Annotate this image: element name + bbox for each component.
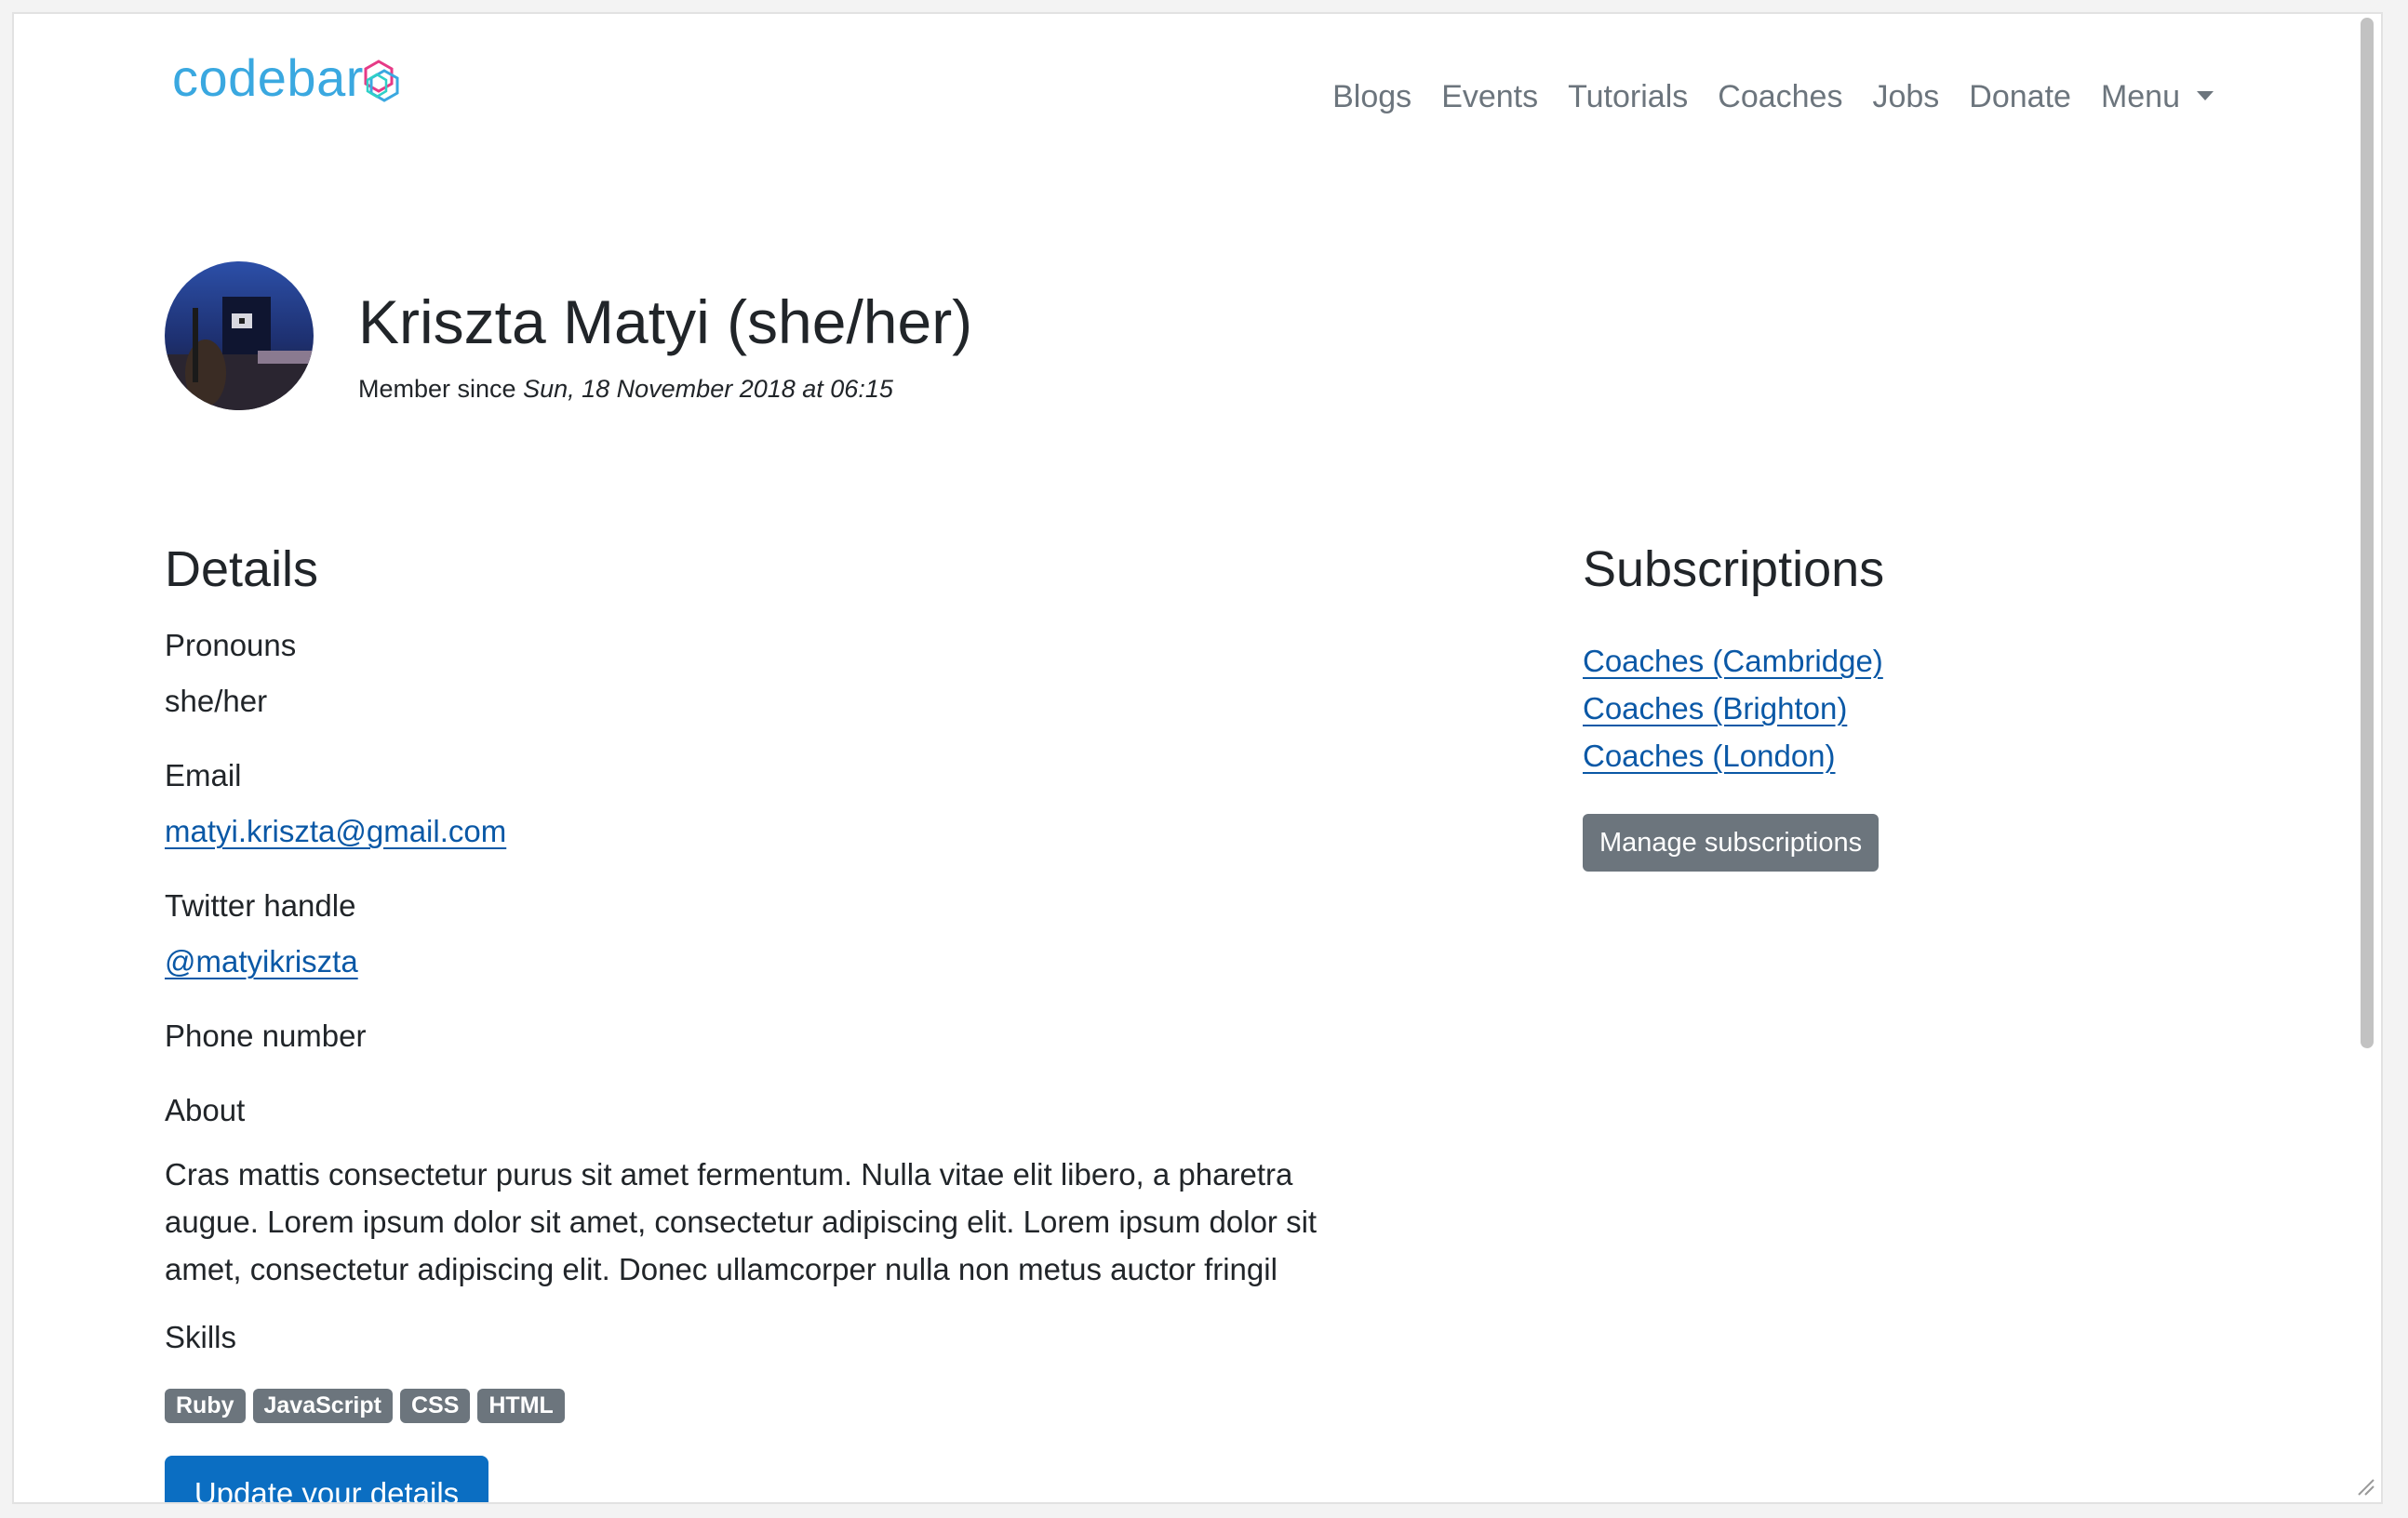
nav-item-events[interactable]: Events bbox=[1441, 79, 1538, 115]
nav-item-jobs[interactable]: Jobs bbox=[1872, 79, 1939, 115]
menu-label: Menu bbox=[2100, 79, 2180, 114]
skill-badge: CSS bbox=[399, 1389, 471, 1423]
resize-grip-icon[interactable] bbox=[2355, 1476, 2375, 1497]
twitter-link[interactable]: @matyikriszta bbox=[165, 944, 358, 979]
avatar-photo bbox=[165, 261, 314, 410]
nav-item-coaches[interactable]: Coaches bbox=[1718, 79, 1842, 115]
nav-item-blogs[interactable]: Blogs bbox=[1332, 79, 1411, 115]
update-details-button[interactable]: Update your details bbox=[165, 1456, 488, 1502]
subscription-link-brighton[interactable]: Coaches (Brighton) bbox=[1583, 691, 1847, 726]
member-since: Member since Sun, 18 November 2018 at 06… bbox=[358, 375, 893, 404]
email-link[interactable]: matyi.kriszta@gmail.com bbox=[165, 814, 506, 848]
member-since-label: Member since bbox=[358, 375, 516, 403]
browser-window: codebar Blogs Events Tutorials Coaches J… bbox=[12, 12, 2383, 1504]
member-since-date: Sun, 18 November 2018 at 06:15 bbox=[523, 375, 893, 403]
skills-list: Ruby JavaScript CSS HTML bbox=[165, 1389, 565, 1423]
twitter-label: Twitter handle bbox=[165, 888, 356, 923]
manage-subscriptions-button[interactable]: Manage subscriptions bbox=[1583, 814, 1880, 872]
subscription-link-london[interactable]: Coaches (London) bbox=[1583, 739, 1836, 773]
nav-item-tutorials[interactable]: Tutorials bbox=[1568, 79, 1688, 115]
nav-menu-dropdown[interactable]: Menu bbox=[2101, 79, 2214, 115]
pronouns-label: Pronouns bbox=[165, 628, 297, 662]
skill-badge: Ruby bbox=[165, 1389, 246, 1423]
email-label: Email bbox=[165, 758, 242, 792]
details-heading: Details bbox=[165, 541, 319, 597]
subscriptions-list: Coaches (Cambridge) Coaches (Brighton) C… bbox=[1583, 637, 1883, 779]
subscription-link-cambridge[interactable]: Coaches (Cambridge) bbox=[1583, 644, 1883, 678]
about-label: About bbox=[165, 1093, 246, 1127]
main-nav: Blogs Events Tutorials Coaches Jobs Dona… bbox=[1303, 79, 2214, 115]
skills-label: Skills bbox=[165, 1320, 237, 1354]
profile-name: Kriszta Matyi (she/her) bbox=[358, 287, 973, 356]
phone-label: Phone number bbox=[165, 1019, 367, 1053]
pronouns-value: she/her bbox=[165, 684, 268, 718]
codebar-logo[interactable]: codebar bbox=[172, 47, 405, 108]
subscriptions-heading: Subscriptions bbox=[1583, 541, 1885, 597]
skill-badge: HTML bbox=[477, 1389, 565, 1423]
vertical-scrollbar[interactable] bbox=[2361, 18, 2374, 1048]
nav-item-donate[interactable]: Donate bbox=[1969, 79, 2071, 115]
about-text: Cras mattis consectetur purus sit amet f… bbox=[165, 1157, 1318, 1286]
caret-down-icon bbox=[2197, 91, 2214, 101]
skill-badge: JavaScript bbox=[252, 1389, 393, 1423]
logo-mark-icon bbox=[364, 59, 399, 102]
avatar bbox=[165, 261, 314, 410]
logo-text: codebar bbox=[172, 48, 364, 107]
